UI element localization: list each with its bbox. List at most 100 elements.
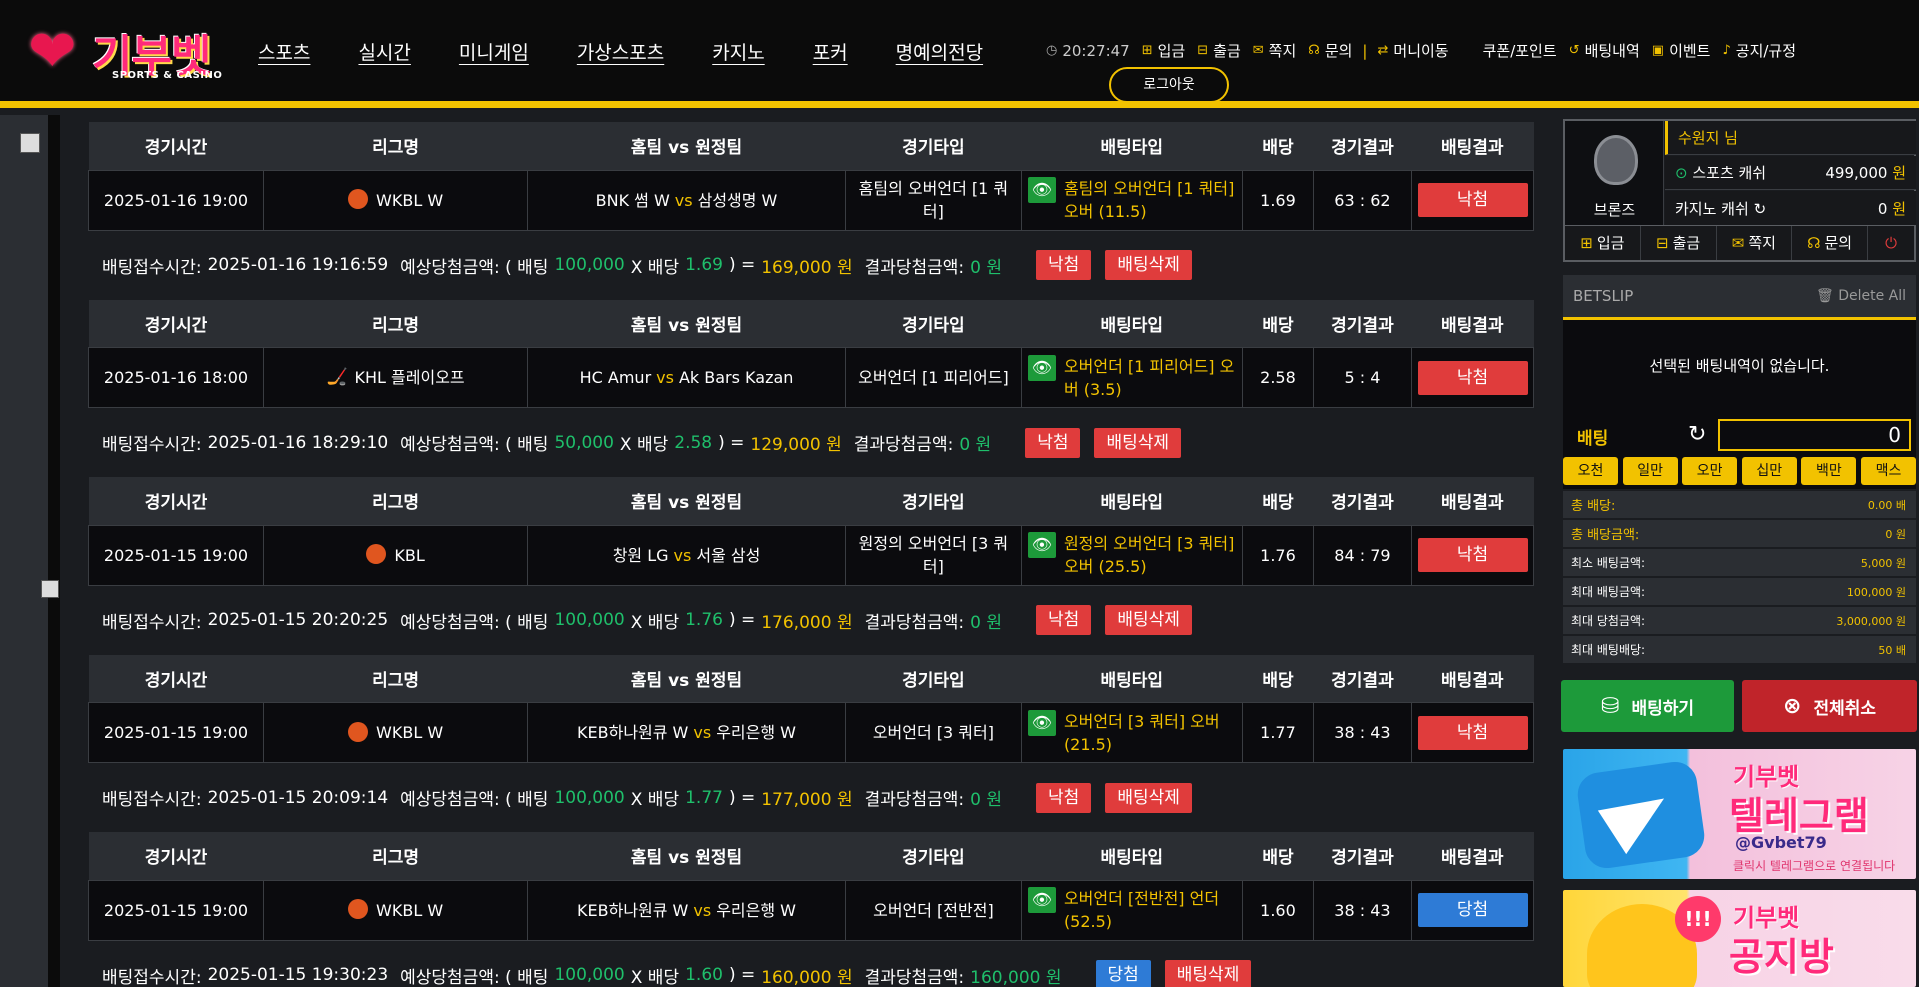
user-name: 수원지 님 [1665, 121, 1916, 155]
eye-icon[interactable]: 👁 [1027, 177, 1056, 203]
delete-bet-button[interactable]: 배팅삭제 [1164, 960, 1252, 987]
nav-poker[interactable]: 포커 [813, 38, 848, 65]
top-inquiry-label: 문의 [1324, 42, 1353, 60]
site-logo[interactable]: ❤ 기부벳 SPORTS & CASINO [28, 18, 224, 86]
away-team: 우리은행 W [716, 723, 796, 742]
user-rank-box: 브론즈 [1565, 121, 1664, 225]
refresh-icon[interactable]: ↻ [1754, 200, 1767, 218]
nav-virtual-sports[interactable]: 가상스포츠 [577, 38, 664, 65]
bet-summary: 배팅접수시간: 2025-01-15 19:30:23 예상당첨금액: ( 배팅 10… [88, 941, 1534, 987]
eye-icon[interactable]: 👁 [1027, 887, 1056, 913]
header: ❤ 기부벳 SPORTS & CASINO 스포츠 실시간 미니게임 가상스포츠… [0, 0, 1919, 108]
side-inquiry-button[interactable]: ☊ 문의 [1792, 226, 1868, 260]
table-row: 2025-01-16 18:00 🏒 KHL 플레이오프 HC Amur vs Ak Ba… [87, 347, 1535, 408]
delete-bet-button[interactable]: 배팅삭제 [1105, 250, 1192, 280]
table-header-row: 경기시간 리그명 홈팀 vs 원정팀 경기타입 배팅타입 배당 경기결과 배팅결과 [88, 654, 1534, 703]
power-icon[interactable]: ⏻ [1868, 226, 1914, 260]
side-message-button[interactable]: ✉ 쪽지 [1717, 226, 1793, 260]
nav-hall-of-fame[interactable]: 명예의전당 [896, 38, 983, 65]
received-time: 2025-01-15 19:30:23 [207, 965, 389, 985]
vs-label: vs [693, 723, 712, 742]
bet-record: 경기시간 리그명 홈팀 vs 원정팀 경기타입 배팅타입 배당 경기결과 배팅결과 2025-0… [87, 654, 1535, 833]
bet-result-badge[interactable]: 낙첨 [1417, 360, 1528, 395]
notice-room-banner[interactable]: !!! 기부벳 공지방 [1563, 890, 1916, 987]
logout-button[interactable]: 로그아웃 [1109, 67, 1229, 103]
expected-label: 예상당첨금액: ( 배팅 [400, 612, 549, 633]
summary-odds: 1.60 [685, 965, 723, 985]
summary-status-button[interactable]: 당첨 [1095, 960, 1151, 987]
casino-cash-label: 카지노 캐쉬 ↻ [1675, 199, 1767, 218]
bet-result-badge[interactable]: 당첨 [1417, 893, 1528, 927]
delete-bet-button[interactable]: 배팅삭제 [1105, 782, 1192, 813]
table-header-row: 경기시간 리그명 홈팀 vs 원정팀 경기타입 배팅타입 배당 경기결과 배팅결과 [88, 477, 1534, 525]
chip-50000[interactable]: 오만 [1682, 457, 1738, 485]
table-header-row: 경기시간 리그명 홈팀 vs 원정팀 경기타입 배팅타입 배당 경기결과 배팅결과 [88, 299, 1534, 348]
table-header-row: 경기시간 리그명 홈팀 vs 원정팀 경기타입 배팅타입 배당 경기결과 배팅결과 [88, 122, 1534, 170]
delete-bet-button[interactable]: 배팅삭제 [1105, 605, 1192, 635]
chip-10000[interactable]: 일만 [1622, 457, 1678, 485]
league-name: WKBL W [376, 900, 444, 920]
summary-status-button[interactable]: 낙첨 [1036, 605, 1092, 635]
place-bet-button[interactable]: ⛁ 배팅하기 [1561, 680, 1734, 732]
minus-square-icon: ⊟ [1197, 43, 1209, 58]
nav-casino[interactable]: 카지노 [712, 38, 764, 65]
hockey-icon: 🏒 [326, 366, 348, 387]
chip-5000[interactable]: 오천 [1563, 457, 1618, 485]
eye-icon[interactable]: 👁 [1027, 532, 1056, 558]
top-bet-history-label: 배팅내역 [1584, 42, 1640, 60]
chip-100000[interactable]: 십만 [1741, 457, 1797, 485]
top-deposit-label: 입금 [1157, 42, 1186, 60]
side-deposit-button[interactable]: ⊞ 입금 [1565, 226, 1641, 260]
table-row: 2025-01-15 19:00 WKBL W KEB하나원큐 Wvs 우리은행 W오… [87, 702, 1535, 763]
top-inquiry-link[interactable]: ☊ 문의 [1308, 40, 1352, 61]
telegram-icon [1574, 759, 1708, 871]
top-notice-link[interactable]: ♪ 공지/규정 [1722, 40, 1796, 61]
side-withdraw-button[interactable]: ⊟ 출금 [1641, 226, 1717, 260]
delete-all-button[interactable]: 🗑 Delete All [1816, 288, 1906, 304]
top-event-link[interactable]: ▣ 이벤트 [1652, 40, 1711, 61]
chip-1000000[interactable]: 백만 [1801, 457, 1857, 485]
top-coupon-link[interactable]: 쿠폰/포인트 [1483, 40, 1557, 61]
basketball-icon [348, 189, 369, 209]
top-bet-history-link[interactable]: ↺ 배팅내역 [1569, 40, 1640, 61]
summary-status-button[interactable]: 낙첨 [1036, 782, 1092, 813]
bet-result-badge[interactable]: 낙첨 [1417, 538, 1528, 572]
stake-amount: 100,000 [554, 255, 625, 275]
top-message-link[interactable]: ✉ 쪽지 [1253, 40, 1297, 61]
top-deposit-link[interactable]: ⊞ 입금 [1142, 40, 1186, 61]
eye-icon[interactable]: 👁 [1027, 354, 1056, 381]
reset-amount-icon[interactable]: ↻ [1688, 422, 1706, 447]
equals-label: ) = [728, 787, 756, 808]
nav-live[interactable]: 실시간 [358, 38, 410, 65]
cancel-all-button[interactable]: ⊗ 전체취소 [1742, 680, 1917, 732]
top-withdraw-link[interactable]: ⊟ 출금 [1197, 40, 1241, 61]
odds: 1.76 [1241, 524, 1315, 586]
bet-amount-input[interactable] [1718, 419, 1911, 451]
expected-label: 예상당첨금액: ( 배팅 [400, 790, 549, 810]
score: 63 : 62 [1313, 169, 1412, 231]
result-cell: 낙첨 [1410, 169, 1535, 231]
eye-icon[interactable]: 👁 [1027, 709, 1056, 736]
league-cell: WKBL W [263, 702, 529, 763]
top-money-move-link[interactable]: ⇄ 머니이동 [1377, 40, 1448, 61]
result-amount: 0 원 [970, 257, 1003, 278]
result-amount-label: 결과당첨금액: [864, 257, 965, 278]
chip-max[interactable]: 맥스 [1860, 457, 1916, 485]
summary-status-button[interactable]: 낙첨 [1036, 250, 1092, 280]
bet-result-badge[interactable]: 낙첨 [1417, 183, 1528, 217]
top-withdraw-label: 출금 [1213, 42, 1241, 60]
equals-label: ) = [728, 965, 756, 985]
received-time: 2025-01-15 20:20:25 [207, 610, 389, 630]
nav-sports[interactable]: 스포츠 [258, 38, 310, 65]
column-header: 경기시간 [88, 654, 264, 703]
delete-bet-button[interactable]: 배팅삭제 [1094, 427, 1182, 458]
column-header: 홈팀 vs 원정팀 [527, 122, 846, 170]
info-row: 총 배당금액: 0 원 [1563, 520, 1916, 549]
bet-type-cell: 👁 오버언더 [3 쿼터] 오버 (21.5) [1020, 702, 1243, 763]
bet-result-badge[interactable]: 낙첨 [1417, 715, 1528, 750]
telegram-banner[interactable]: 기부벳 텔레그램 @Gvbet79 클릭시 텔레그램으로 연결됩니다 [1563, 749, 1916, 879]
nav-minigame[interactable]: 미니게임 [459, 38, 529, 65]
basketball-icon [366, 544, 387, 564]
chat-icon: ☊ [1308, 43, 1320, 58]
summary-status-button[interactable]: 낙첨 [1025, 427, 1081, 458]
